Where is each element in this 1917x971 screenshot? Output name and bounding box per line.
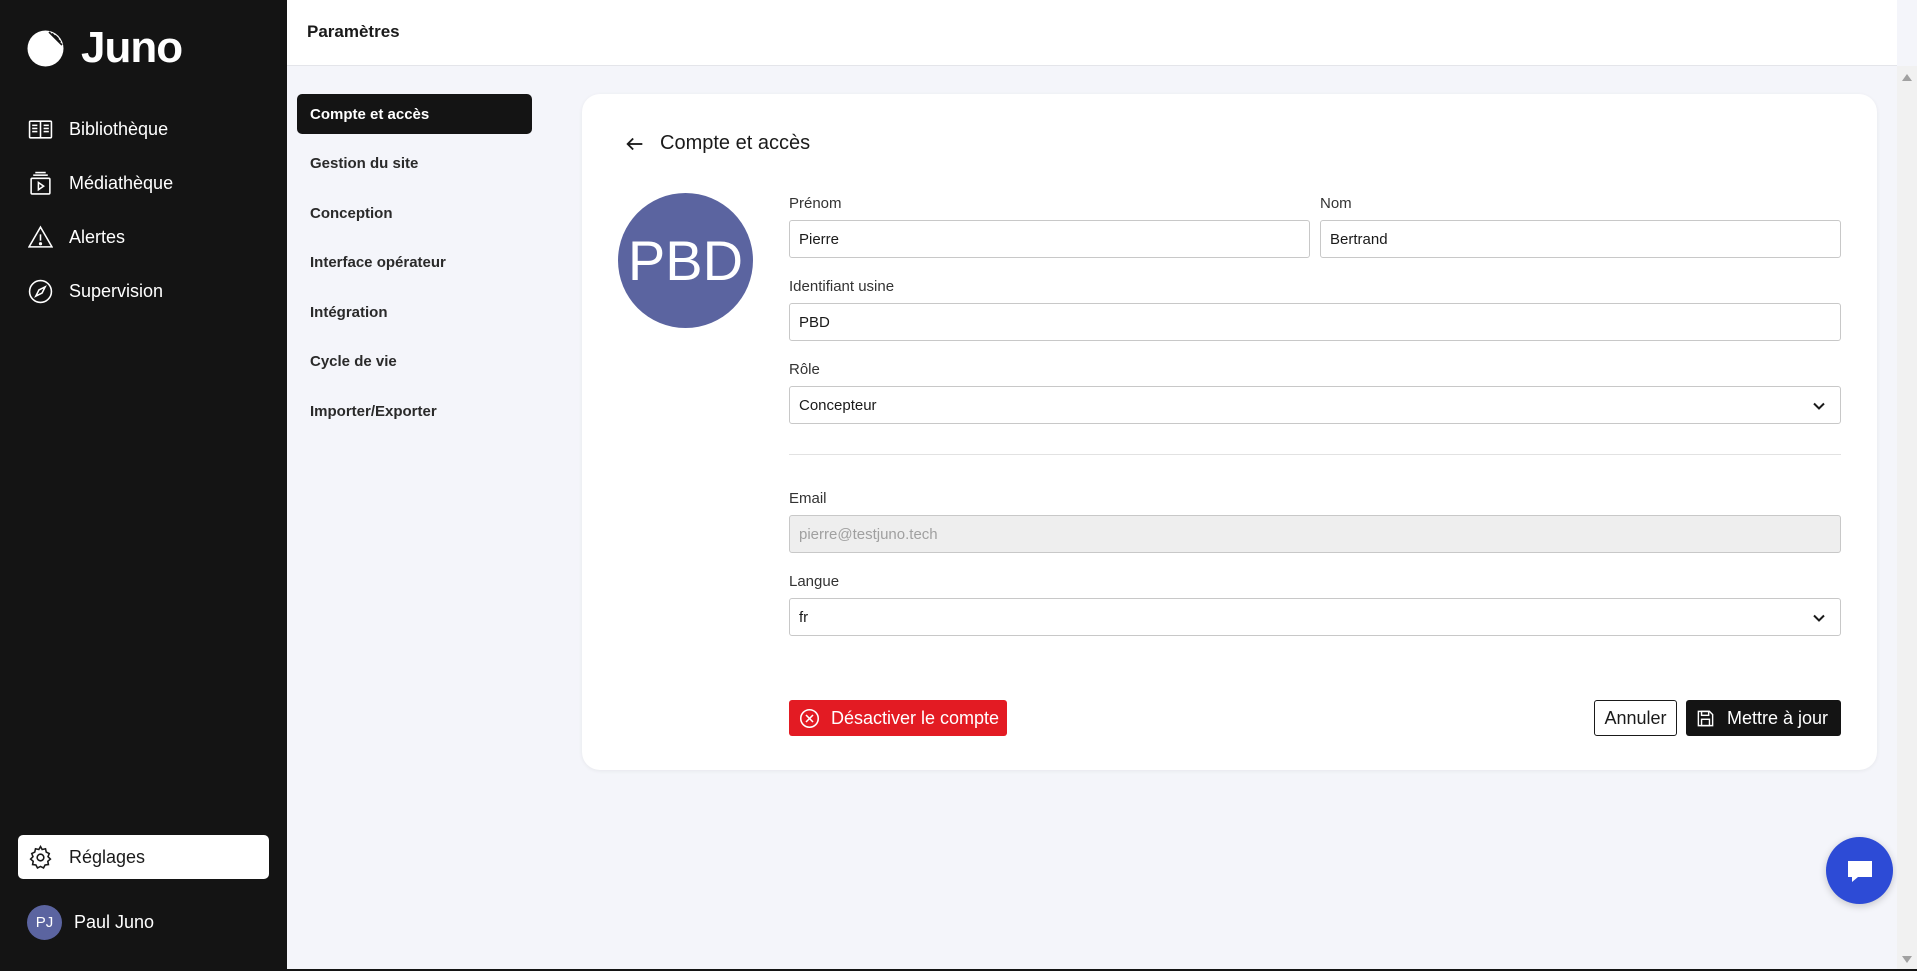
factory-id-label: Identifiant usine <box>789 278 895 295</box>
scroll-down-arrow-icon[interactable] <box>1902 956 1912 963</box>
sidebar: Juno Bibliothèque Médiathèque Alertes Su… <box>0 0 287 971</box>
language-label: Langue <box>789 573 840 590</box>
factory-id-input[interactable]: PBD <box>789 303 1841 341</box>
x-circle-icon <box>799 708 820 728</box>
role-select[interactable]: Concepteur <box>789 386 1841 424</box>
gear-icon <box>29 844 52 869</box>
chat-bubble-icon <box>1847 860 1872 882</box>
deactivate-label: Désactiver le compte <box>831 707 1000 728</box>
settings-menu-item-compte[interactable]: Compte et accès <box>297 94 532 134</box>
role-value: Concepteur <box>799 396 877 414</box>
last-name-input[interactable]: Bertrand <box>1320 220 1841 258</box>
chevron-down-icon <box>1813 614 1825 622</box>
sidebar-item-bibliotheque[interactable]: Bibliothèque <box>0 102 287 156</box>
card-title: Compte et accès <box>660 132 811 154</box>
chevron-down-icon <box>1813 402 1825 410</box>
scrollbar[interactable] <box>1897 66 1917 971</box>
brand-name: Juno <box>81 23 183 72</box>
deactivate-account-button[interactable]: Désactiver le compte <box>789 700 1007 736</box>
update-button[interactable]: Mettre à jour <box>1686 700 1841 736</box>
language-select[interactable]: fr <box>789 598 1841 636</box>
first-name-value: Pierre <box>799 230 840 248</box>
sidebar-item-label: Supervision <box>69 280 164 301</box>
sidebar-item-label: Bibliothèque <box>69 118 169 139</box>
first-name-input[interactable]: Pierre <box>789 220 1310 258</box>
email-value: pierre@testjuno.tech <box>799 525 938 543</box>
last-name-label: Nom <box>1320 195 1352 212</box>
update-label: Mettre à jour <box>1727 707 1829 728</box>
sidebar-item-supervision[interactable]: Supervision <box>0 264 287 318</box>
settings-menu-item-interface-operateur[interactable]: Interface opérateur <box>297 243 532 283</box>
cancel-button[interactable]: Annuler <box>1594 700 1677 736</box>
settings-menu-item-cycle-de-vie[interactable]: Cycle de vie <box>297 342 532 382</box>
first-name-label: Prénom <box>789 195 842 212</box>
sidebar-item-label: Alertes <box>69 226 126 247</box>
logo[interactable]: Juno <box>27 23 183 72</box>
last-name-value: Bertrand <box>1330 230 1388 248</box>
book-open-icon <box>28 119 53 139</box>
email-field: pierre@testjuno.tech <box>789 515 1841 553</box>
settings-menu-item-integration[interactable]: Intégration <box>297 292 532 332</box>
card-header: Compte et accès <box>624 132 810 155</box>
save-icon <box>1697 710 1714 726</box>
main-nav: Bibliothèque Médiathèque Alertes Supervi… <box>0 102 287 318</box>
media-library-icon <box>30 171 51 195</box>
language-value: fr <box>799 608 809 626</box>
chat-button[interactable] <box>1826 837 1893 904</box>
settings-menu-item-import-export[interactable]: Importer/Exporter <box>297 391 532 431</box>
settings-menu-item-conception[interactable]: Conception <box>297 193 532 233</box>
top-bar: Paramètres <box>287 0 1897 66</box>
divider <box>789 454 1841 455</box>
role-label: Rôle <box>789 361 820 378</box>
settings-button[interactable]: Réglages <box>18 835 269 879</box>
settings-label: Réglages <box>69 846 146 867</box>
user-name: Paul Juno <box>74 912 155 932</box>
account-card: Compte et accès PBD Prénom Pierre Nom Be… <box>582 94 1877 770</box>
compass-icon <box>28 279 53 303</box>
juno-logo-icon <box>27 30 64 66</box>
user-profile[interactable]: PJ Paul Juno <box>27 905 154 940</box>
arrow-left-icon[interactable] <box>624 133 646 155</box>
settings-menu-item-gestion-site[interactable]: Gestion du site <box>297 144 532 184</box>
scroll-up-arrow-icon[interactable] <box>1902 74 1912 81</box>
sidebar-item-mediatheque[interactable]: Médiathèque <box>0 156 287 210</box>
sidebar-item-label: Médiathèque <box>69 172 174 193</box>
settings-menu: Compte et accès Gestion du site Concepti… <box>297 94 532 441</box>
factory-id-value: PBD <box>799 313 830 331</box>
email-label: Email <box>789 490 827 507</box>
sidebar-item-alertes[interactable]: Alertes <box>0 210 287 264</box>
avatar: PJ <box>27 905 62 940</box>
page-title: Paramètres <box>307 22 400 41</box>
alert-triangle-icon <box>28 225 53 248</box>
avatar: PBD <box>618 193 753 328</box>
